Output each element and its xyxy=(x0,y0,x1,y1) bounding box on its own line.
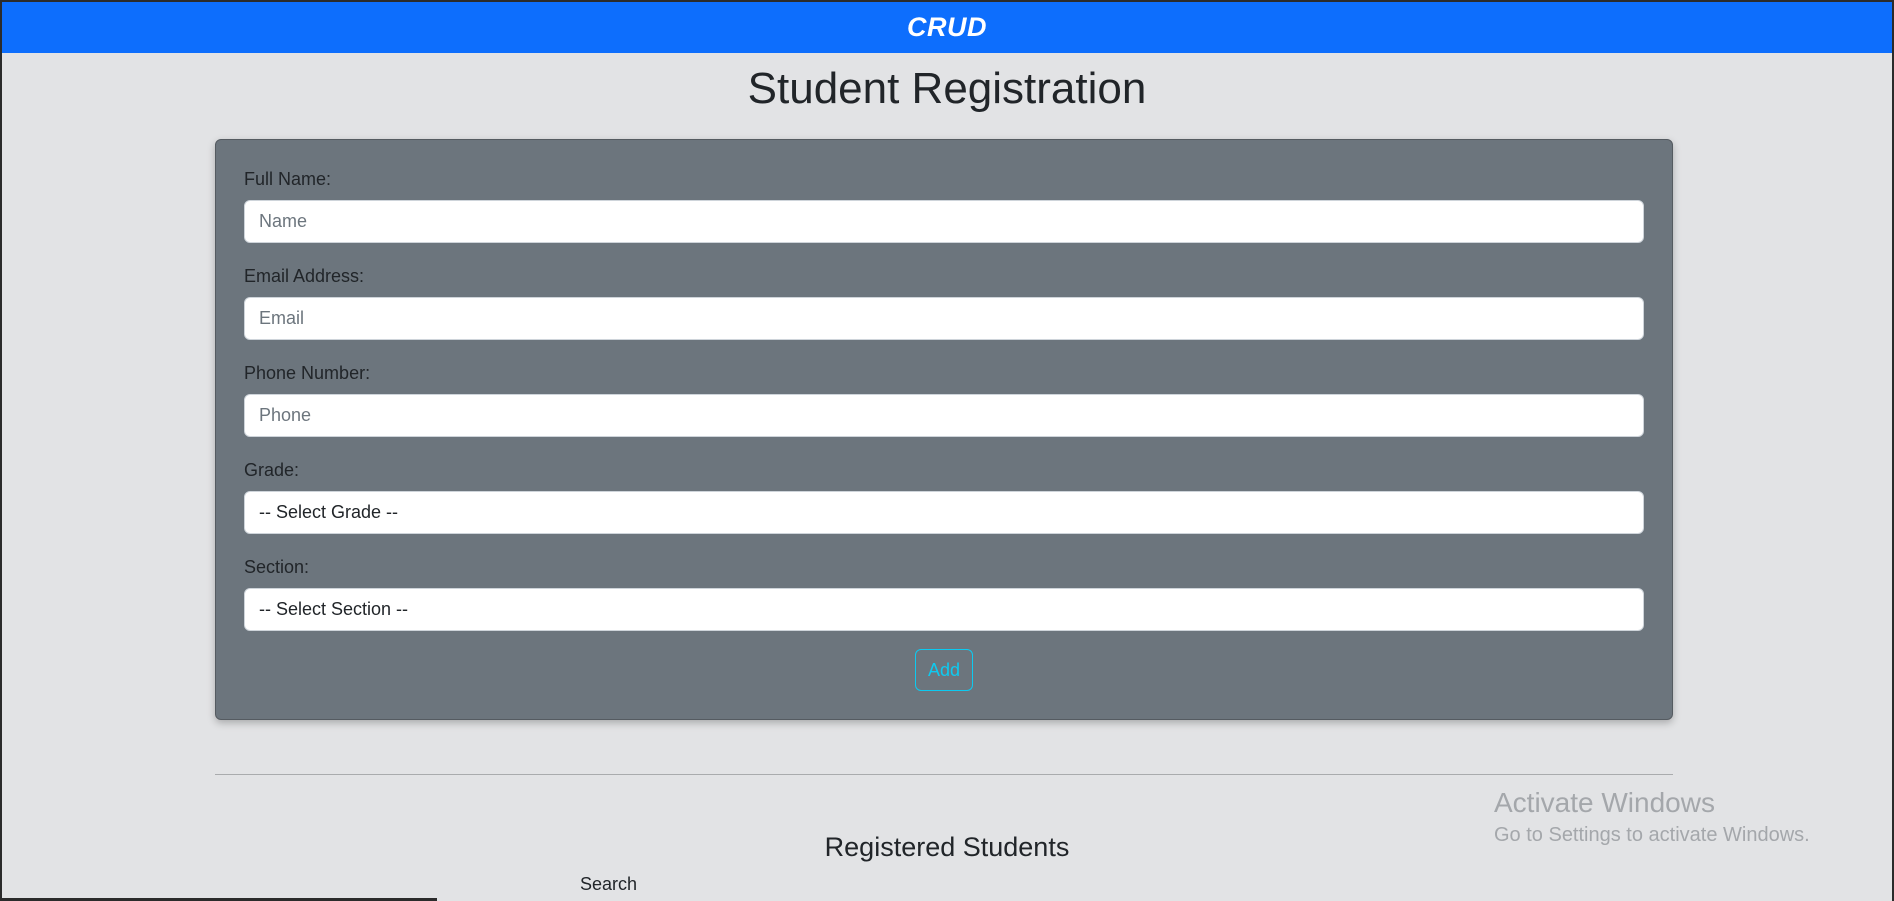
page-title: Student Registration xyxy=(747,64,1147,113)
registered-students-heading: Registered Students xyxy=(824,832,1070,862)
email-field-group: Email Address: xyxy=(244,265,1644,340)
search-label: Search xyxy=(580,874,638,894)
app-window: CRUD Student Registration Full Name: Ema… xyxy=(0,0,1894,901)
name-label: Full Name: xyxy=(244,169,332,189)
section-divider xyxy=(215,774,1673,775)
phone-label: Phone Number: xyxy=(244,363,371,383)
grade-select-value: -- Select Grade -- xyxy=(259,502,399,522)
name-input[interactable] xyxy=(244,200,1644,243)
grade-label: Grade: xyxy=(244,460,300,480)
grade-field-group: Grade: -- Select Grade -- xyxy=(244,459,1644,534)
section-select[interactable]: -- Select Section -- xyxy=(244,588,1644,631)
button-row: Add xyxy=(244,649,1644,691)
registration-form-card: Full Name: Email Address: Phone Number: … xyxy=(215,139,1673,720)
section-select-value: -- Select Section -- xyxy=(259,599,409,619)
watermark-title: Activate Windows xyxy=(1494,787,1715,818)
email-label: Email Address: xyxy=(244,266,365,286)
phone-field-group: Phone Number: xyxy=(244,362,1644,437)
phone-input[interactable] xyxy=(244,394,1644,437)
section-label: Section: xyxy=(244,557,310,577)
add-button[interactable]: Add xyxy=(914,649,974,691)
grade-select[interactable]: -- Select Grade -- xyxy=(244,491,1644,534)
section-field-group: Section: -- Select Section -- xyxy=(244,556,1644,631)
navbar: CRUD xyxy=(2,2,1892,53)
navbar-brand[interactable]: CRUD xyxy=(907,12,987,43)
name-field-group: Full Name: xyxy=(244,168,1644,243)
email-input[interactable] xyxy=(244,297,1644,340)
